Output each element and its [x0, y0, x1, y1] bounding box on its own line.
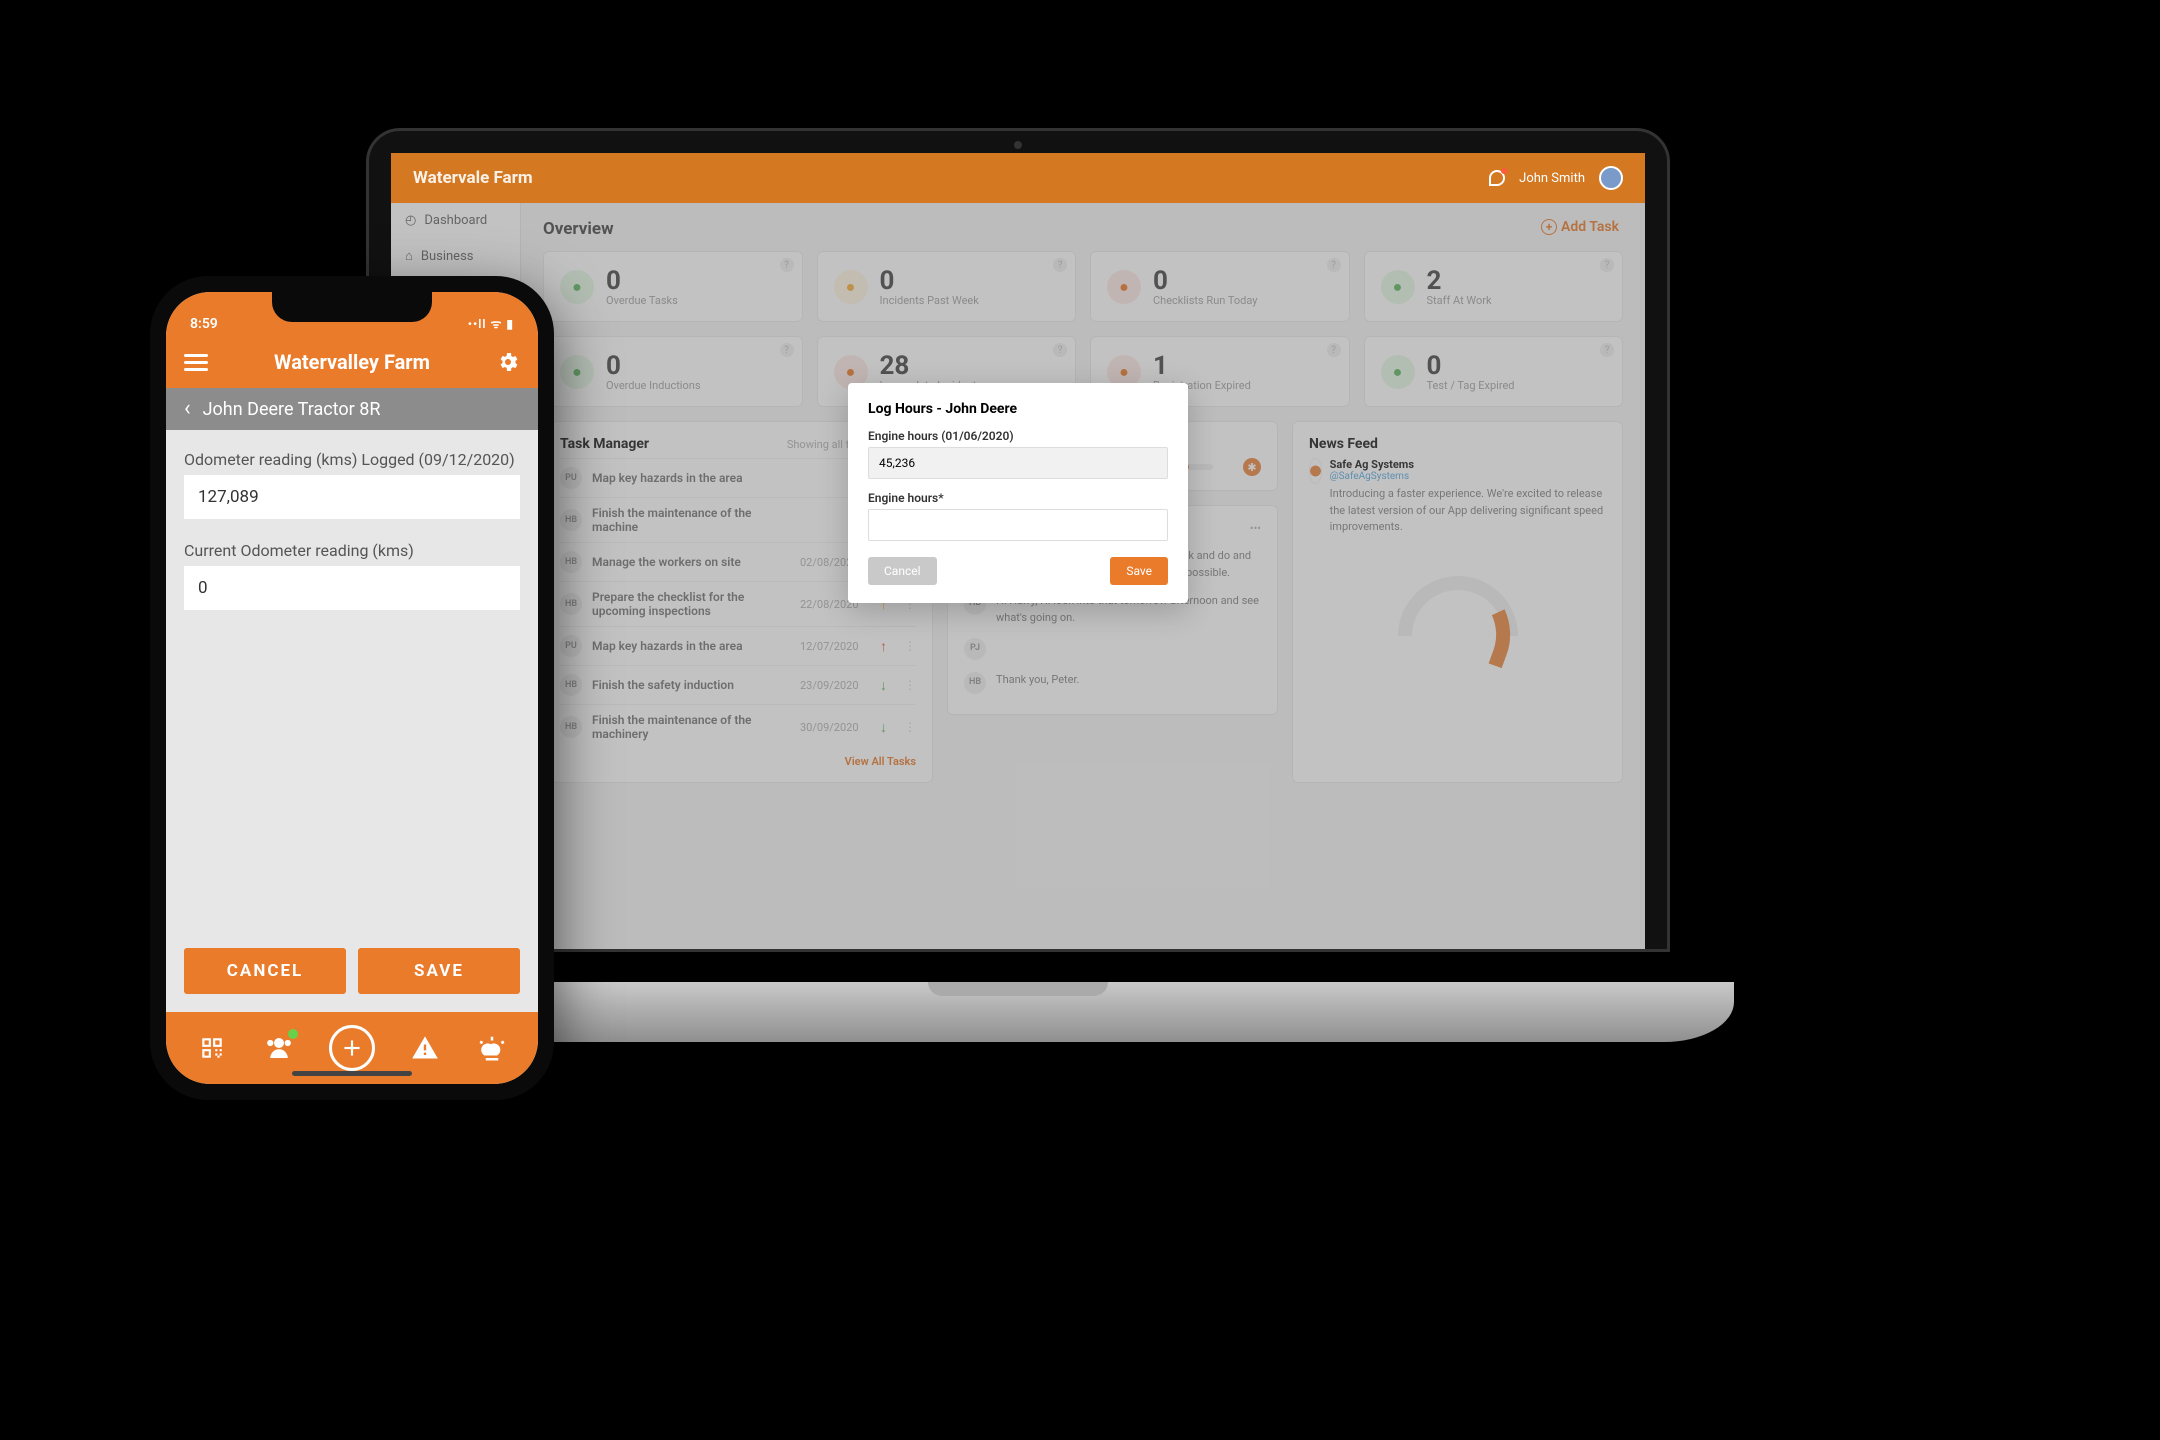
phone-device: 8:59 ••ll ᯤ ▮ Watervalley Farm ‹ John De…: [150, 276, 554, 1100]
current-odometer-label: Current Odometer reading (kms): [184, 541, 520, 560]
laptop-camera: [1014, 141, 1022, 149]
status-time: 8:59: [190, 316, 218, 332]
modal-cancel-button[interactable]: Cancel: [868, 557, 937, 585]
log-hours-modal: Log Hours - John Deere Engine hours (01/…: [848, 383, 1188, 603]
phone-cancel-button[interactable]: CANCEL: [184, 948, 346, 994]
prev-odometer-input[interactable]: [184, 475, 520, 519]
top-bar: Watervale Farm John Smith: [391, 153, 1645, 203]
current-odometer-input[interactable]: [184, 566, 520, 610]
modal-title: Log Hours - John Deere: [868, 401, 1168, 417]
sub-header[interactable]: ‹ John Deere Tractor 8R: [166, 388, 538, 430]
app-header: Watervalley Farm: [166, 336, 538, 388]
phone-save-button[interactable]: SAVE: [358, 948, 520, 994]
topbar-user[interactable]: John Smith: [1489, 166, 1623, 190]
current-hours-input[interactable]: [868, 509, 1168, 541]
back-icon[interactable]: ‹: [184, 398, 191, 420]
laptop-viewport: Watervale Farm John Smith ◴ Dashboard ⌂ …: [391, 153, 1645, 949]
hazard-icon[interactable]: [408, 1031, 442, 1065]
add-fab-icon[interactable]: [329, 1025, 375, 1071]
app-title: Watervalley Farm: [274, 350, 430, 374]
prev-odometer-label: Odometer reading (kms) Logged (09/12/202…: [184, 450, 520, 469]
prev-hours-label: Engine hours (01/06/2020): [868, 429, 1168, 443]
people-icon[interactable]: [262, 1031, 296, 1065]
user-avatar[interactable]: [1599, 166, 1623, 190]
user-name: John Smith: [1519, 171, 1585, 186]
home-indicator[interactable]: [292, 1071, 412, 1076]
asset-title: John Deere Tractor 8R: [203, 399, 381, 420]
current-hours-label: Engine hours*: [868, 491, 1168, 505]
siren-icon[interactable]: [475, 1031, 509, 1065]
phone-notch: [272, 292, 432, 322]
farm-name: Watervale Farm: [413, 168, 533, 188]
settings-icon[interactable]: [496, 350, 520, 374]
qr-icon[interactable]: [195, 1031, 229, 1065]
modal-save-button[interactable]: Save: [1110, 557, 1168, 585]
prev-hours-input: [868, 447, 1168, 479]
menu-icon[interactable]: [184, 354, 208, 371]
notification-bell-icon[interactable]: [1489, 170, 1505, 186]
status-icons: ••ll ᯤ ▮: [468, 315, 514, 332]
